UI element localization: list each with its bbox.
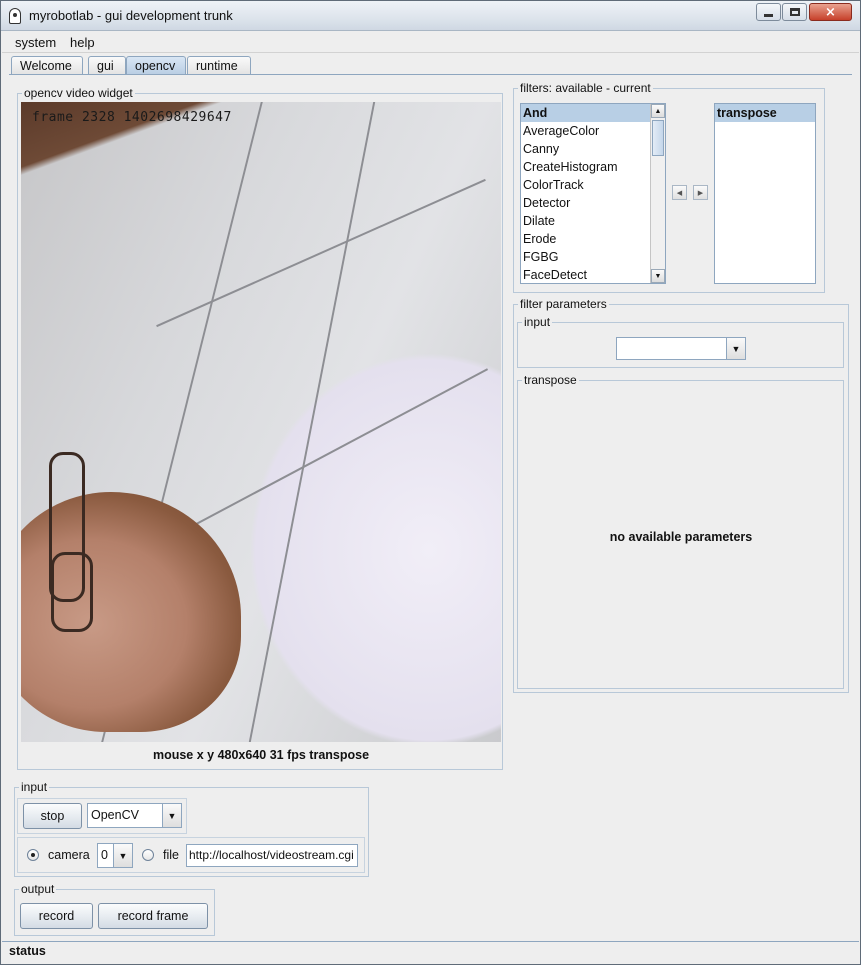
grabber-select[interactable]: OpenCV ▼ — [87, 803, 182, 828]
parameter-input-select[interactable]: ▼ — [616, 337, 746, 360]
list-item[interactable]: ColorTrack — [521, 176, 665, 194]
menu-bar: system help — [2, 32, 859, 53]
camera-radio[interactable] — [27, 849, 39, 861]
video-widget-title: opencv video widget — [22, 86, 135, 100]
list-item[interactable]: AverageColor — [521, 122, 665, 140]
list-item[interactable]: And — [521, 104, 665, 122]
record-button[interactable]: record — [20, 903, 93, 929]
stop-button[interactable]: stop — [23, 803, 82, 829]
status-text: status — [9, 944, 46, 958]
move-left-button[interactable]: ◀ — [672, 185, 687, 200]
chevron-down-icon[interactable]: ▼ — [162, 804, 181, 827]
filters-title: filters: available - current — [518, 81, 653, 95]
close-icon: × — [825, 4, 836, 20]
list-item[interactable]: FGBG — [521, 248, 665, 266]
list-item[interactable]: FaceDetect — [521, 266, 665, 283]
no-parameters-message: no available parameters — [609, 530, 753, 544]
ceiling-line — [156, 178, 486, 328]
chevron-down-icon[interactable]: ▼ — [726, 338, 745, 359]
window-title: myrobotlab - gui development trunk — [29, 8, 233, 23]
available-filters-list[interactable]: And AverageColor Canny CreateHistogram C… — [520, 103, 666, 284]
camera-index-value: 0 — [101, 848, 108, 862]
list-scrollbar[interactable]: ▲ ▼ — [650, 104, 665, 283]
list-item[interactable]: Erode — [521, 230, 665, 248]
scroll-thumb[interactable] — [652, 120, 664, 156]
grabber-value: OpenCV — [91, 808, 139, 822]
output-panel-title: output — [19, 882, 57, 896]
scroll-down-icon[interactable]: ▼ — [651, 269, 665, 283]
chevron-down-icon[interactable]: ▼ — [113, 844, 132, 867]
menu-system[interactable]: system — [15, 35, 56, 50]
maximize-icon — [789, 8, 800, 16]
file-label: file — [163, 848, 179, 862]
transpose-parameters-title: transpose — [522, 373, 579, 387]
frame-counter: frame 2328 1402698429647 — [32, 110, 232, 125]
list-item[interactable]: CreateHistogram — [521, 158, 665, 176]
video-display[interactable]: frame 2328 1402698429647 — [21, 102, 501, 742]
maximize-button[interactable] — [782, 3, 807, 21]
status-bar: status — [2, 941, 859, 961]
minimize-icon — [764, 13, 773, 17]
camera-label: camera — [48, 848, 90, 862]
list-item[interactable]: Canny — [521, 140, 665, 158]
minimize-button[interactable] — [756, 3, 781, 21]
tab-gui[interactable]: gui — [88, 56, 126, 75]
title-bar[interactable]: myrobotlab - gui development trunk × — [1, 1, 860, 31]
camera-index-select[interactable]: 0 ▼ — [97, 843, 133, 868]
tab-divider — [9, 74, 852, 75]
parameter-input-title: input — [522, 315, 553, 329]
list-item[interactable]: Detector — [521, 194, 665, 212]
file-radio[interactable] — [142, 849, 154, 861]
record-frame-button[interactable]: record frame — [98, 903, 208, 929]
tab-runtime[interactable]: runtime — [187, 56, 251, 75]
tab-welcome[interactable]: Welcome — [11, 56, 83, 75]
filter-parameters-title: filter parameters — [518, 297, 609, 311]
current-filters-list[interactable]: transpose — [714, 103, 816, 284]
scroll-up-icon[interactable]: ▲ — [651, 104, 665, 118]
glasses-lens — [51, 552, 93, 632]
list-item[interactable]: Dilate — [521, 212, 665, 230]
video-status-text: mouse x y 480x640 31 fps transpose — [152, 748, 370, 762]
file-url-field[interactable]: http://localhost/videostream.cgi — [186, 844, 358, 867]
app-window: myrobotlab - gui development trunk × sys… — [0, 0, 861, 965]
tab-opencv[interactable]: opencv — [126, 56, 186, 75]
menu-help[interactable]: help — [70, 35, 95, 50]
list-item[interactable]: transpose — [715, 104, 815, 122]
input-panel-title: input — [19, 780, 50, 794]
close-button[interactable]: × — [809, 3, 852, 21]
robot-icon — [9, 8, 21, 24]
move-right-button[interactable]: ▶ — [693, 185, 708, 200]
ceiling-line — [248, 102, 376, 742]
